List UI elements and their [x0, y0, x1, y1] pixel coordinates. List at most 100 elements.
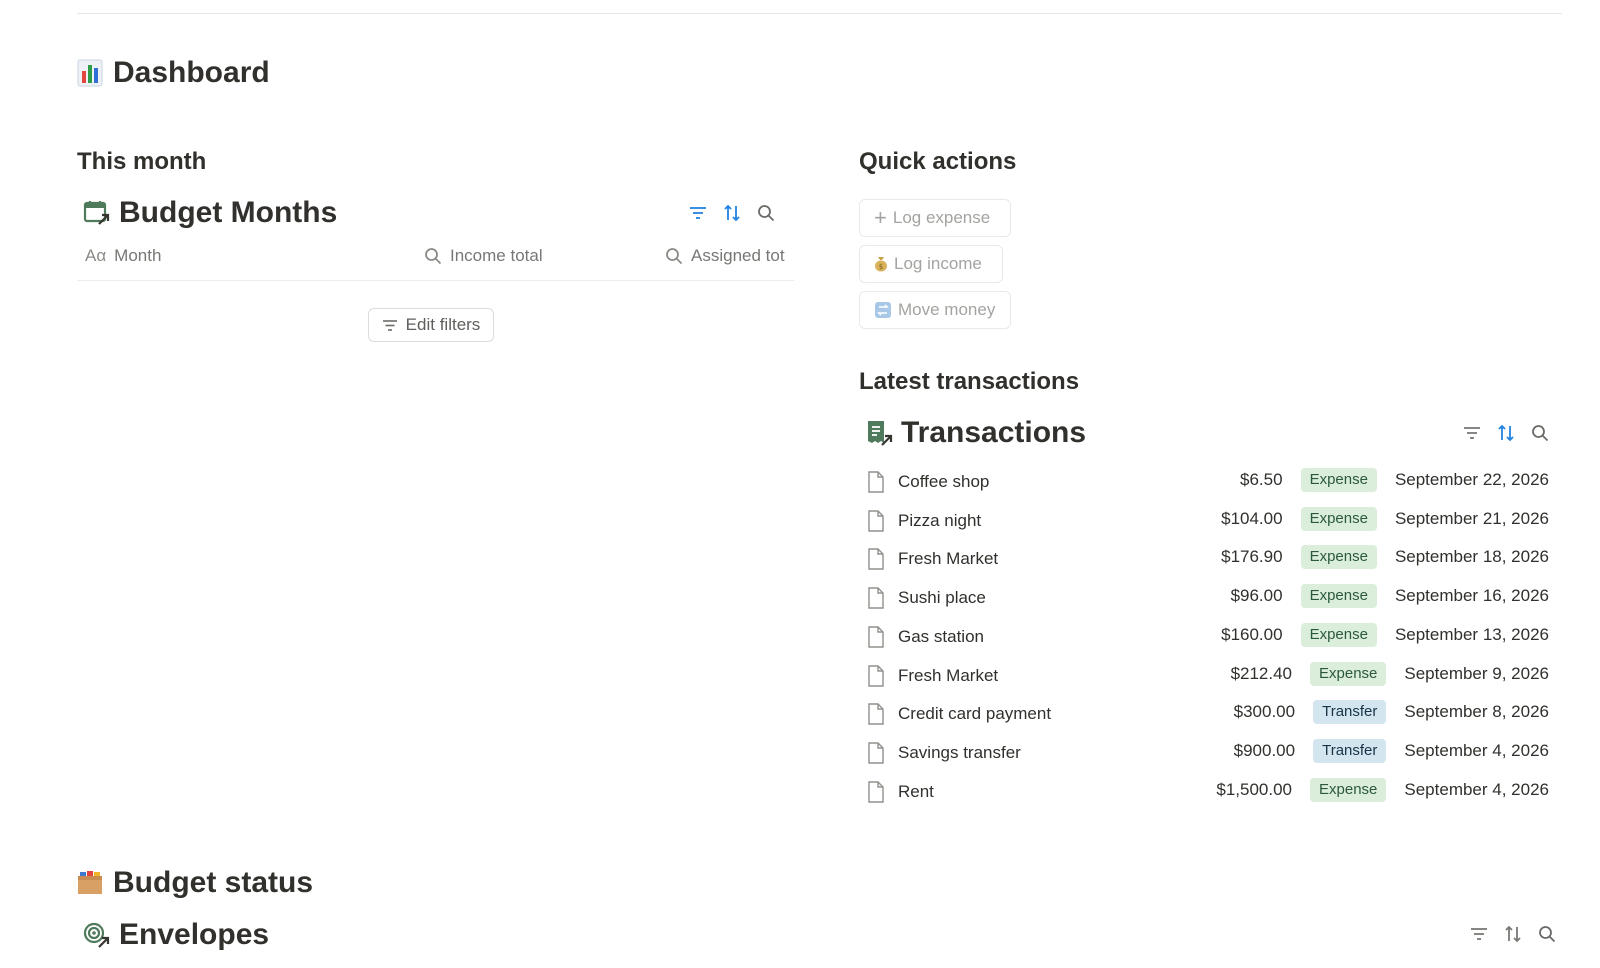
- page-doc-icon: [868, 703, 884, 725]
- svg-text:$: $: [879, 263, 883, 271]
- search-button[interactable]: [1537, 924, 1557, 944]
- transaction-name[interactable]: Gas station: [898, 627, 984, 647]
- page-doc-icon: [868, 587, 884, 609]
- filter-icon: [382, 319, 397, 331]
- search-icon: [1539, 926, 1556, 943]
- log-expense-button[interactable]: + Log expense: [859, 199, 1011, 237]
- transaction-type-badge: Expense: [1300, 545, 1377, 570]
- transaction-amount: $96.00: [1230, 586, 1283, 606]
- transaction-name[interactable]: Savings transfer: [898, 743, 1021, 763]
- transaction-name[interactable]: Rent: [898, 782, 934, 802]
- table-row[interactable]: Savings transfer $900.00 Transfer September…: [867, 736, 1549, 772]
- sort-arrows-icon: [1498, 424, 1514, 442]
- receipt-arrow-icon: [868, 421, 893, 446]
- table-row[interactable]: Fresh Market $212.40 Expense September 9, 2…: [867, 659, 1549, 695]
- target-arrow-icon: [83, 922, 110, 948]
- search-button[interactable]: [1530, 423, 1550, 443]
- search-button[interactable]: [756, 203, 776, 223]
- transaction-name[interactable]: Fresh Market: [898, 666, 998, 686]
- envelopes-db-title[interactable]: Envelopes: [83, 918, 269, 952]
- transaction-amount: $1,500.00: [1216, 779, 1293, 799]
- transaction-name[interactable]: Sushi place: [898, 588, 986, 608]
- page-doc-icon: [868, 626, 884, 648]
- transaction-date: September 4, 2026: [1404, 740, 1549, 760]
- transaction-amount: $104.00: [1221, 508, 1283, 528]
- table-row[interactable]: Fresh Market $176.90 Expense September 18, …: [867, 542, 1549, 578]
- page-doc-icon: [868, 664, 884, 687]
- transaction-date: September 9, 2026: [1404, 663, 1549, 683]
- filter-icon: [1464, 427, 1480, 439]
- transfer-arrows-icon: [875, 302, 891, 318]
- page-doc-icon: [868, 471, 884, 493]
- column-header-income-total[interactable]: Income total: [424, 246, 543, 266]
- this-month-heading: This month: [77, 148, 207, 175]
- transaction-type-badge: Expense: [1300, 506, 1377, 531]
- column-header-month[interactable]: Aα Month: [85, 246, 161, 266]
- filter-button[interactable]: [688, 203, 708, 223]
- page-title: Dashboard: [77, 56, 270, 90]
- sort-button[interactable]: [1496, 423, 1516, 443]
- transaction-amount: $300.00: [1233, 702, 1296, 722]
- transaction-name[interactable]: Credit card payment: [898, 704, 1051, 724]
- transaction-amount: $176.90: [1221, 547, 1283, 567]
- transaction-amount: $212.40: [1230, 663, 1293, 683]
- page-doc-icon: [868, 742, 884, 764]
- move-money-button[interactable]: Move money: [859, 291, 1011, 329]
- transactions-title-text: Transactions: [901, 416, 1087, 449]
- transactions-tools: [1462, 423, 1550, 443]
- transaction-amount: $160.00: [1221, 624, 1283, 644]
- filter-icon: [690, 207, 706, 219]
- transaction-type-badge: Expense: [1310, 777, 1387, 802]
- budget-status-heading-text: Budget status: [113, 866, 314, 899]
- table-row[interactable]: Credit card payment $300.00 Transfer Septem…: [867, 697, 1549, 733]
- transaction-date: September 16, 2026: [1394, 586, 1549, 606]
- budget-months-db-title[interactable]: Budget Months: [83, 196, 337, 230]
- filter-icon: [1471, 928, 1487, 940]
- folder-icon: [78, 871, 102, 894]
- money-bag-icon: $: [875, 257, 887, 272]
- transaction-name[interactable]: Fresh Market: [898, 549, 998, 569]
- table-row[interactable]: Rent $1,500.00 Expense September 4, 2026: [867, 775, 1549, 811]
- table-header-divider: [77, 280, 794, 281]
- bar-chart-icon: [77, 59, 103, 87]
- filter-button[interactable]: [1469, 924, 1489, 944]
- search-icon: [758, 205, 775, 222]
- envelopes-tools: [1469, 924, 1557, 944]
- filter-button[interactable]: [1462, 423, 1482, 443]
- page-title-text: Dashboard: [113, 56, 270, 89]
- transaction-amount: $6.50: [1240, 470, 1283, 489]
- transaction-name[interactable]: Pizza night: [898, 511, 981, 531]
- transaction-date: September 4, 2026: [1404, 779, 1549, 799]
- table-row[interactable]: Sushi place $96.00 Expense September 16, 20…: [867, 581, 1549, 617]
- envelopes-title-text: Envelopes: [119, 918, 270, 951]
- page-doc-icon: [868, 780, 884, 803]
- latest-transactions-heading: Latest transactions: [859, 368, 1080, 395]
- transaction-date: September 22, 2026: [1394, 470, 1549, 489]
- log-income-button[interactable]: $ Log income: [859, 245, 1003, 283]
- table-row[interactable]: Pizza night $104.00 Expense September 21, 2…: [867, 504, 1549, 540]
- transaction-date: September 8, 2026: [1404, 702, 1549, 722]
- budget-status-heading: Budget status: [77, 866, 313, 900]
- text-aa-icon: Aα: [85, 246, 107, 265]
- table-row[interactable]: Coffee shop $6.50 Expense September 22, 202…: [867, 465, 1549, 501]
- transaction-type-badge: Expense: [1300, 622, 1377, 647]
- transaction-name[interactable]: Coffee shop: [898, 472, 989, 492]
- transaction-date: September 18, 2026: [1394, 547, 1549, 567]
- sort-button[interactable]: [722, 203, 742, 223]
- budget-months-tools: [688, 203, 776, 223]
- transaction-date: September 21, 2026: [1394, 508, 1549, 528]
- sort-arrows-icon: [724, 204, 740, 222]
- edit-filters-button[interactable]: Edit filters: [368, 308, 494, 342]
- plus-icon: +: [874, 205, 887, 230]
- transaction-type-badge: Expense: [1310, 661, 1387, 686]
- search-icon: [666, 248, 683, 265]
- transactions-db-title[interactable]: Transactions: [865, 416, 1086, 450]
- sort-button[interactable]: [1503, 924, 1523, 944]
- sort-arrows-icon: [1505, 925, 1521, 943]
- transaction-amount: $900.00: [1233, 740, 1296, 760]
- transaction-type-badge: Expense: [1300, 468, 1377, 492]
- top-divider: [77, 13, 1562, 14]
- column-header-assigned-total[interactable]: Assigned tot: [665, 246, 794, 266]
- table-row[interactable]: Gas station $160.00 Expense September 13, 2…: [867, 620, 1549, 656]
- page-doc-icon: [868, 509, 884, 532]
